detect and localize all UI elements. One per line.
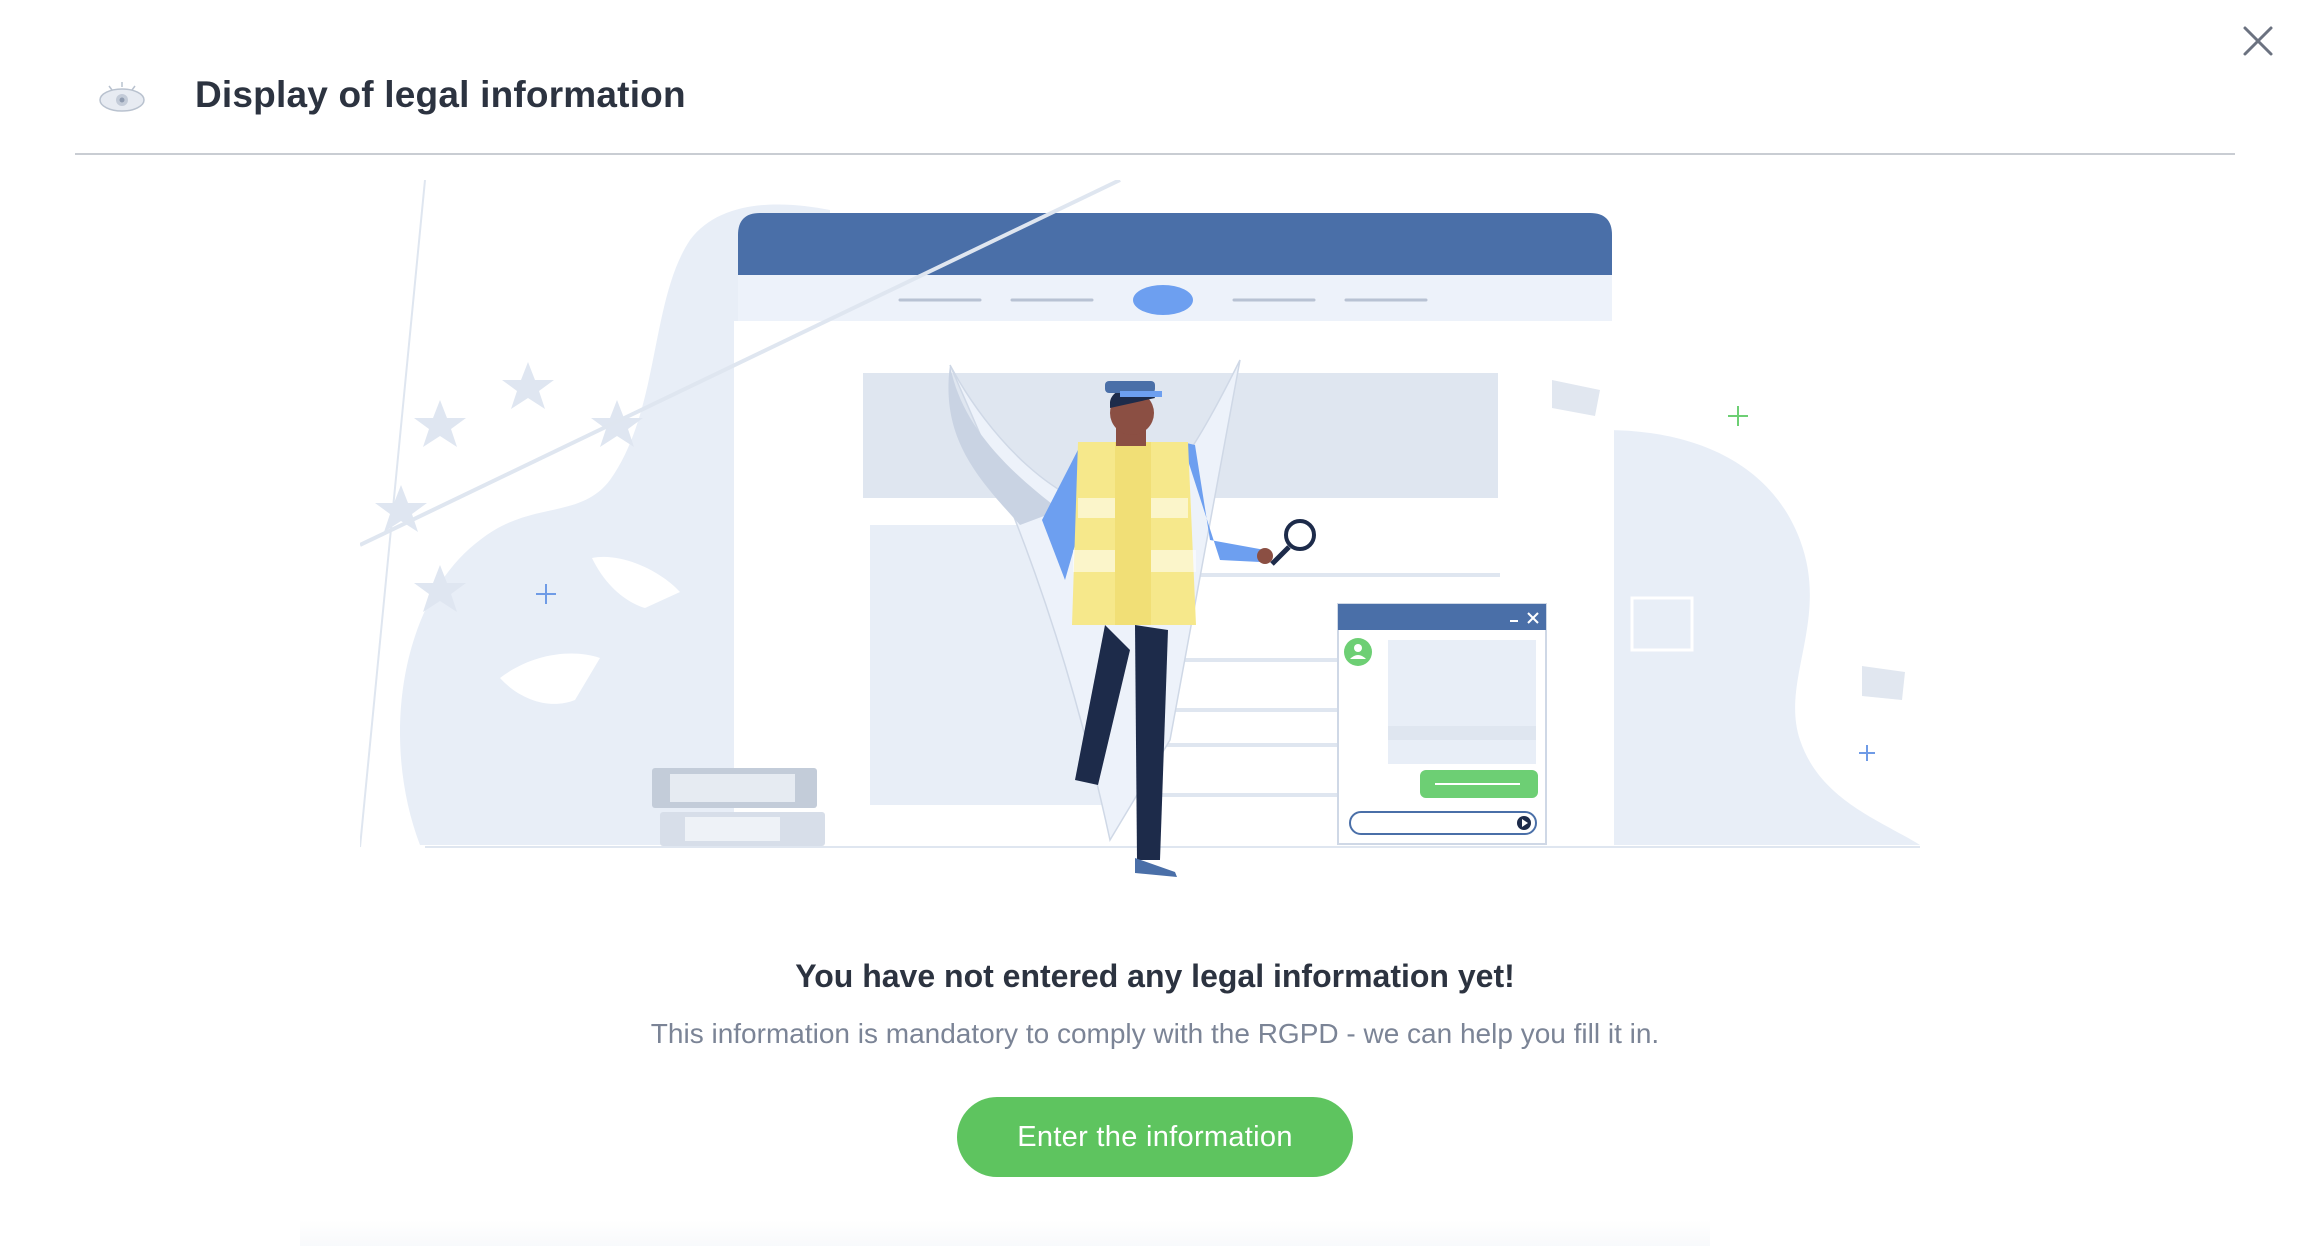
legal-info-dialog: Display of legal information You have no…	[0, 0, 2310, 1246]
bottom-fade	[300, 1220, 1710, 1246]
enter-information-button[interactable]: Enter the information	[957, 1097, 1353, 1177]
dialog-header: Display of legal information	[75, 60, 2235, 154]
header-divider	[75, 153, 2235, 155]
eye-icon	[99, 82, 145, 112]
close-icon	[2243, 26, 2273, 56]
empty-state-description: This information is mandatory to comply …	[650, 1018, 1660, 1049]
empty-state-title: You have not entered any legal informati…	[795, 958, 1515, 994]
close-button[interactable]	[2235, 18, 2279, 62]
dialog-title: Display of legal information	[195, 74, 686, 115]
legal-info-illustration	[360, 180, 1920, 877]
